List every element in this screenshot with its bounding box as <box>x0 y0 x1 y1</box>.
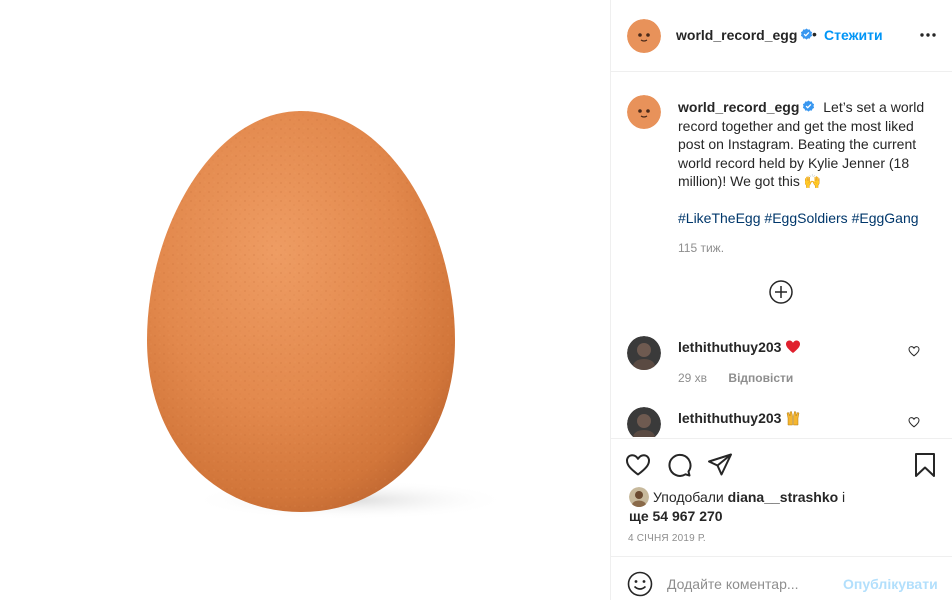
comment-item: lethithuthuy203 <box>611 407 952 437</box>
comments-list[interactable]: world_record_egg Let’s set a world recor… <box>611 73 952 437</box>
commenter-username[interactable]: lethithuthuy203 <box>678 410 801 426</box>
header-separator: • <box>812 26 817 42</box>
paper-plane-icon[interactable] <box>707 452 733 478</box>
reply-button[interactable]: Відповісти <box>728 371 793 385</box>
more-dots-icon[interactable] <box>917 24 939 46</box>
caption-timestamp[interactable]: 115 тиж. <box>678 241 724 255</box>
caption-author-avatar[interactable] <box>627 95 661 129</box>
red-heart-emoji-icon <box>786 340 801 353</box>
comment-meta: 29 хв Відповісти <box>678 371 793 385</box>
caption-username-text[interactable]: world_record_egg <box>678 99 799 115</box>
caption-hashtags: #LikeTheEgg #EggSoldiers #EggGang <box>678 209 934 228</box>
post-actions: Уподобали diana__strashko і ще 54 967 27… <box>611 438 952 556</box>
comment-item: lethithuthuy203 29 хв Відповісти <box>611 336 952 396</box>
commenter-avatar[interactable] <box>627 336 661 370</box>
likes-prefix: Уподобали <box>653 489 724 505</box>
add-comment-bar: Опублікувати <box>611 556 952 600</box>
bookmark-icon[interactable] <box>912 452 938 478</box>
post-media[interactable] <box>0 0 610 600</box>
likes-others-prefix[interactable]: ще <box>629 508 649 524</box>
author-username-text[interactable]: world_record_egg <box>676 27 797 43</box>
author-username[interactable]: world_record_egg <box>676 27 813 43</box>
verified-badge-icon <box>803 100 815 112</box>
post-header: world_record_egg • Стежити <box>611 0 952 72</box>
likes-connector: і <box>842 489 846 505</box>
hashtag-link[interactable]: #EggGang <box>852 210 919 226</box>
heart-outline-icon[interactable] <box>908 345 920 357</box>
instagram-post: world_record_egg • Стежити world_record_… <box>0 0 952 600</box>
heart-outline-icon[interactable] <box>908 416 920 428</box>
caption-username[interactable]: world_record_egg <box>678 99 815 115</box>
liker-username[interactable]: diana__strashko <box>728 489 839 505</box>
comment-input[interactable] <box>667 573 837 595</box>
commenter-username-text[interactable]: lethithuthuy203 <box>678 410 781 426</box>
post-side-panel: world_record_egg • Стежити world_record_… <box>610 0 952 600</box>
post-caption: world_record_egg Let’s set a world recor… <box>678 98 934 227</box>
commenter-username-text[interactable]: lethithuthuy203 <box>678 339 781 355</box>
heart-outline-icon[interactable] <box>625 452 651 478</box>
likes-summary: Уподобали diana__strashko і ще 54 967 27… <box>629 487 879 526</box>
comment-timestamp[interactable]: 29 хв <box>678 371 707 385</box>
hashtag-link[interactable]: #EggSoldiers <box>764 210 847 226</box>
raised-hands-emoji-icon <box>787 411 800 426</box>
plus-circle-icon[interactable] <box>768 279 794 305</box>
liker-avatar[interactable] <box>629 487 649 507</box>
hashtag-link[interactable]: #LikeTheEgg <box>678 210 761 226</box>
comment-bubble-icon[interactable] <box>666 452 692 478</box>
raised-hands-emoji: 🙌 <box>803 173 822 189</box>
commenter-username[interactable]: lethithuthuy203 <box>678 339 801 355</box>
follow-button[interactable]: Стежити <box>824 27 883 43</box>
publish-button[interactable]: Опублікувати <box>843 576 938 592</box>
egg-photo <box>147 111 510 520</box>
post-date[interactable]: 4 СІЧНЯ 2019 Р. <box>628 533 706 544</box>
author-avatar[interactable] <box>627 19 661 53</box>
smiley-icon[interactable] <box>627 571 653 597</box>
likes-count[interactable]: 54 967 270 <box>653 508 723 524</box>
commenter-avatar[interactable] <box>627 407 661 437</box>
